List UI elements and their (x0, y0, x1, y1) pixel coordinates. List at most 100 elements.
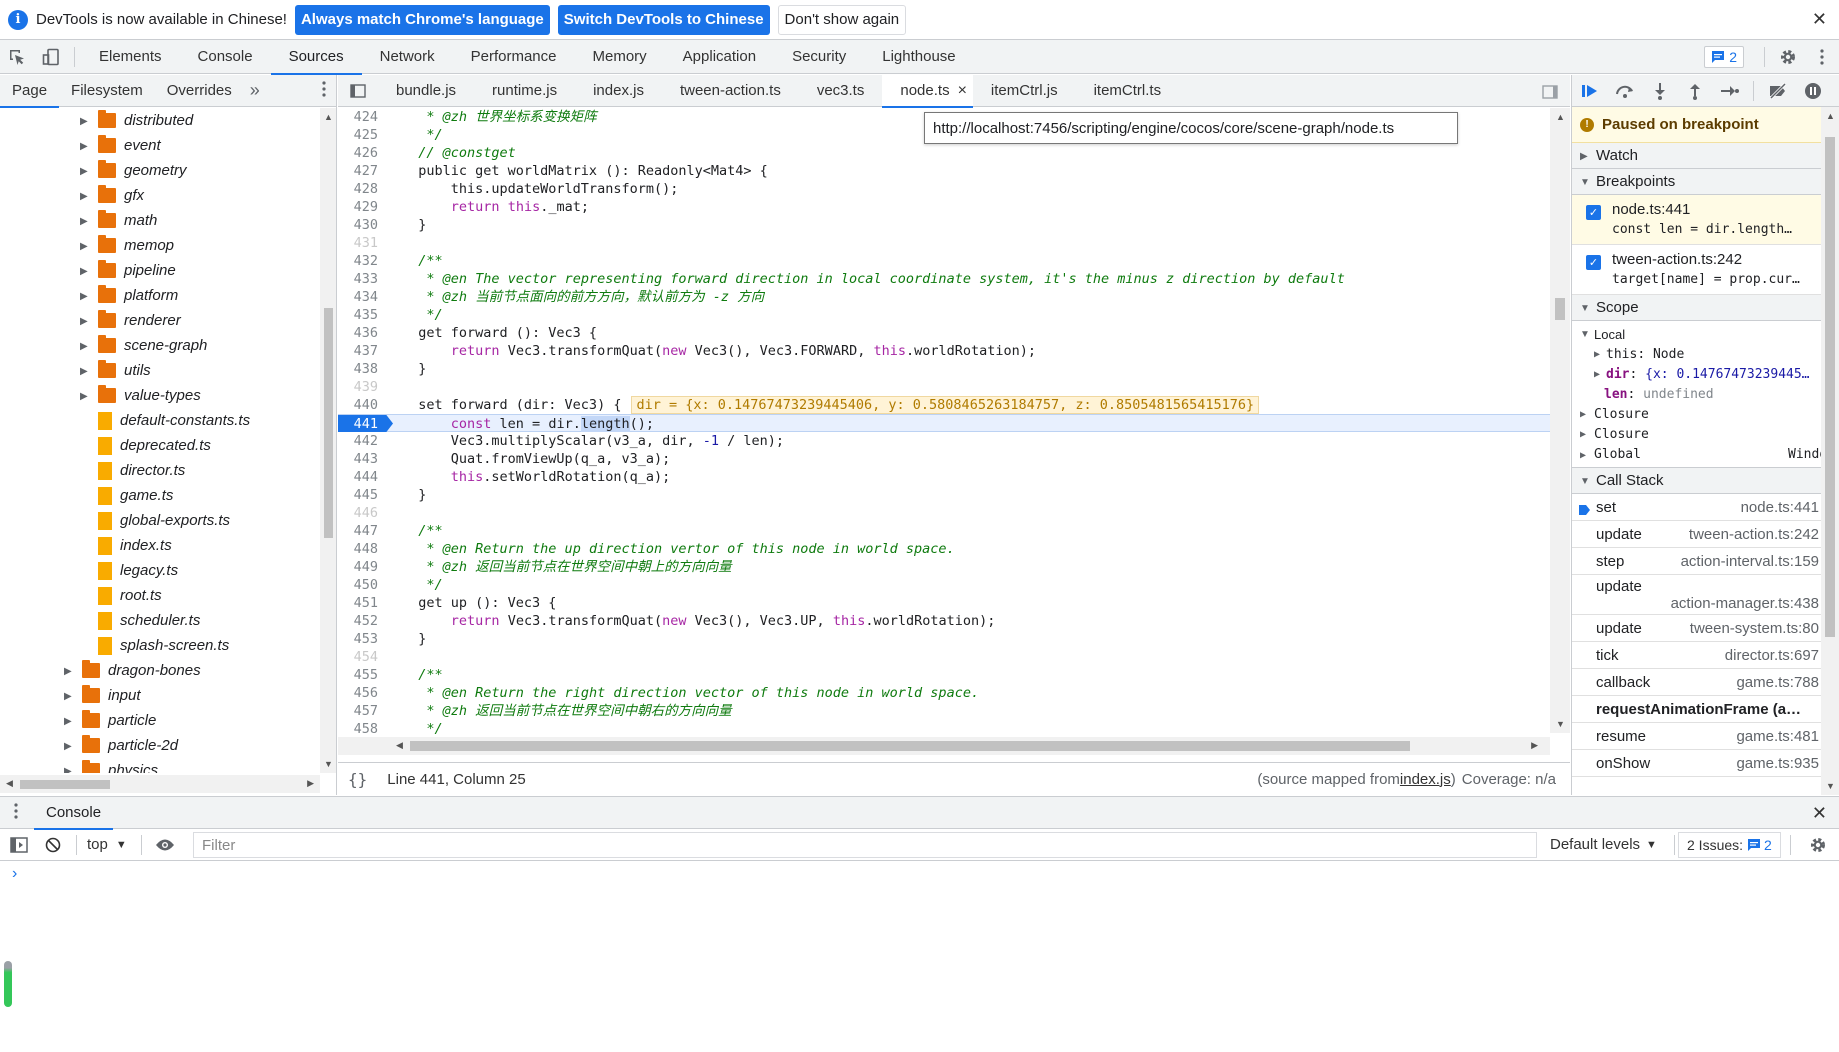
callstack-section-header[interactable]: ▼ Call Stack (1572, 468, 1839, 494)
inspect-element-icon[interactable] (0, 40, 34, 74)
code-line[interactable]: 455 /** (338, 666, 1550, 684)
editor-tab[interactable]: itemCtrl.ts (1076, 75, 1180, 107)
toggle-debugger-icon[interactable] (1530, 75, 1570, 109)
line-number[interactable]: 425 (338, 126, 386, 144)
line-number[interactable]: 430 (338, 216, 386, 234)
close-infobar-icon[interactable]: ✕ (1812, 9, 1827, 30)
navigator-hscrollbar[interactable]: ◀ ▶ (0, 775, 320, 793)
line-number[interactable]: 446 (338, 504, 386, 522)
collapsed-triangle-icon[interactable]: ▶ (80, 141, 90, 152)
tree-folder[interactable]: ▶ memop (0, 233, 315, 258)
collapsed-triangle-icon[interactable]: ▶ (80, 341, 90, 352)
collapsed-triangle-icon[interactable]: ▶ (64, 691, 74, 702)
line-number[interactable]: 448 (338, 540, 386, 558)
scope-local[interactable]: ▼ Local (1572, 324, 1839, 344)
navigator-menu-icon[interactable] (322, 81, 326, 100)
code-lines[interactable]: 424 * @zh 世界坐标系变换矩阵 425 */426 // @constge… (338, 108, 1550, 738)
code-line[interactable]: 446 (338, 504, 1550, 522)
call-frame[interactable]: set node.ts:441 (1572, 494, 1839, 521)
tree-folder[interactable]: ▶ platform (0, 283, 315, 308)
close-drawer-icon[interactable]: ✕ (1812, 803, 1827, 824)
log-levels-dropdown[interactable]: Default levels ▼ (1550, 836, 1657, 853)
line-number[interactable]: 455 (338, 666, 386, 684)
switch-to-chinese-button[interactable]: Switch DevTools to Chinese (557, 4, 770, 35)
collapsed-triangle-icon[interactable]: ▶ (64, 741, 74, 752)
line-number[interactable]: 441 (338, 415, 386, 433)
tree-file[interactable]: scheduler.ts (0, 608, 315, 633)
tree-folder[interactable]: ▶ input (0, 683, 315, 708)
collapsed-triangle-icon[interactable]: ▶ (80, 291, 90, 302)
tree-folder[interactable]: ▶ distributed (0, 108, 315, 133)
code-line[interactable]: 429 return this._mat; (338, 198, 1550, 216)
code-line[interactable]: 442 Vec3.multiplyScalar(v3_a, dir, -1 / … (338, 432, 1550, 450)
console-settings-gear-icon[interactable] (1801, 828, 1835, 862)
tree-folder[interactable]: ▶ value-types (0, 383, 315, 408)
step-icon[interactable] (1712, 75, 1747, 107)
editor-tab[interactable]: vec3.ts (799, 75, 883, 107)
more-options-icon[interactable] (1805, 40, 1839, 74)
match-language-button[interactable]: Always match Chrome's language (294, 4, 550, 35)
code-line[interactable]: 447 /** (338, 522, 1550, 540)
tree-file[interactable]: default-constants.ts (0, 408, 315, 433)
collapsed-triangle-icon[interactable]: ▶ (64, 766, 74, 774)
scope-global[interactable]: ▶ Global Window (1572, 444, 1839, 464)
drawer-menu-icon[interactable] (14, 803, 18, 822)
tab-performance[interactable]: Performance (453, 40, 575, 74)
checkbox-checked-icon[interactable]: ✓ (1586, 255, 1601, 270)
tab-network[interactable]: Network (362, 40, 453, 74)
collapsed-triangle-icon[interactable]: ▶ (80, 116, 90, 127)
tab-memory[interactable]: Memory (575, 40, 665, 74)
code-line[interactable]: 458 */ (338, 720, 1550, 738)
code-line[interactable]: 456 * @en Return the right direction vec… (338, 684, 1550, 702)
tree-file[interactable]: global-exports.ts (0, 508, 315, 533)
console-prompt[interactable]: › (0, 861, 1839, 887)
collapsed-triangle-icon[interactable]: ▶ (80, 316, 90, 327)
line-number[interactable]: 431 (338, 234, 386, 252)
pause-on-exceptions-icon[interactable] (1795, 75, 1830, 107)
code-line[interactable]: 437 return Vec3.transformQuat(new Vec3()… (338, 342, 1550, 360)
line-number[interactable]: 434 (338, 288, 386, 306)
tab-console[interactable]: Console (180, 40, 271, 74)
breakpoints-section-header[interactable]: ▼ Breakpoints (1572, 169, 1839, 195)
tree-file[interactable]: legacy.ts (0, 558, 315, 583)
line-number[interactable]: 438 (338, 360, 386, 378)
line-number[interactable]: 424 (338, 108, 386, 126)
call-frame[interactable]: step action-interval.ts:159 (1572, 548, 1839, 575)
tab-application[interactable]: Application (665, 40, 774, 74)
code-line[interactable]: 431 (338, 234, 1550, 252)
resume-icon[interactable] (1572, 75, 1607, 107)
line-number[interactable]: 447 (338, 522, 386, 540)
line-number[interactable]: 445 (338, 486, 386, 504)
code-line[interactable]: 438 } (338, 360, 1550, 378)
code-line[interactable]: 453 } (338, 630, 1550, 648)
call-frame[interactable]: update tween-action.ts:242 (1572, 521, 1839, 548)
watch-section-header[interactable]: ▶ Watch (1572, 143, 1839, 169)
drawer-tab-console[interactable]: Console (34, 797, 114, 830)
tree-folder[interactable]: ▶ physics (0, 758, 315, 773)
tree-file[interactable]: director.ts (0, 458, 315, 483)
tree-folder[interactable]: ▶ utils (0, 358, 315, 383)
code-line[interactable]: 427 public get worldMatrix (): Readonly<… (338, 162, 1550, 180)
line-number[interactable]: 457 (338, 702, 386, 720)
tree-folder[interactable]: ▶ pipeline (0, 258, 315, 283)
clear-console-icon[interactable] (36, 828, 70, 862)
breakpoint-item[interactable]: ✓ node.ts:441 const len = dir.length… (1572, 195, 1839, 245)
line-number[interactable]: 426 (338, 144, 386, 162)
line-number[interactable]: 452 (338, 612, 386, 630)
scope-section-header[interactable]: ▼ Scope (1572, 295, 1839, 321)
code-line[interactable]: 452 return Vec3.transformQuat(new Vec3()… (338, 612, 1550, 630)
line-number[interactable]: 428 (338, 180, 386, 198)
call-frame[interactable]: onShow game.ts:935 (1572, 750, 1839, 777)
line-number[interactable]: 427 (338, 162, 386, 180)
breakpoint-line[interactable]: 441 const len = dir.length(); (338, 414, 1550, 432)
navigator-tab-page[interactable]: Page (0, 75, 60, 108)
call-frame[interactable]: update tween-system.ts:80 (1572, 615, 1839, 642)
tree-folder[interactable]: ▶ math (0, 208, 315, 233)
editor-hscrollbar[interactable]: ◀ ▶ (338, 737, 1550, 755)
deactivate-breakpoints-icon[interactable] (1760, 75, 1795, 107)
line-number[interactable]: 436 (338, 324, 386, 342)
settings-gear-icon[interactable] (1771, 40, 1805, 74)
navigator-scrollbar[interactable]: ▲ ▼ (320, 108, 336, 773)
line-number[interactable]: 437 (338, 342, 386, 360)
collapsed-triangle-icon[interactable]: ▶ (80, 241, 90, 252)
